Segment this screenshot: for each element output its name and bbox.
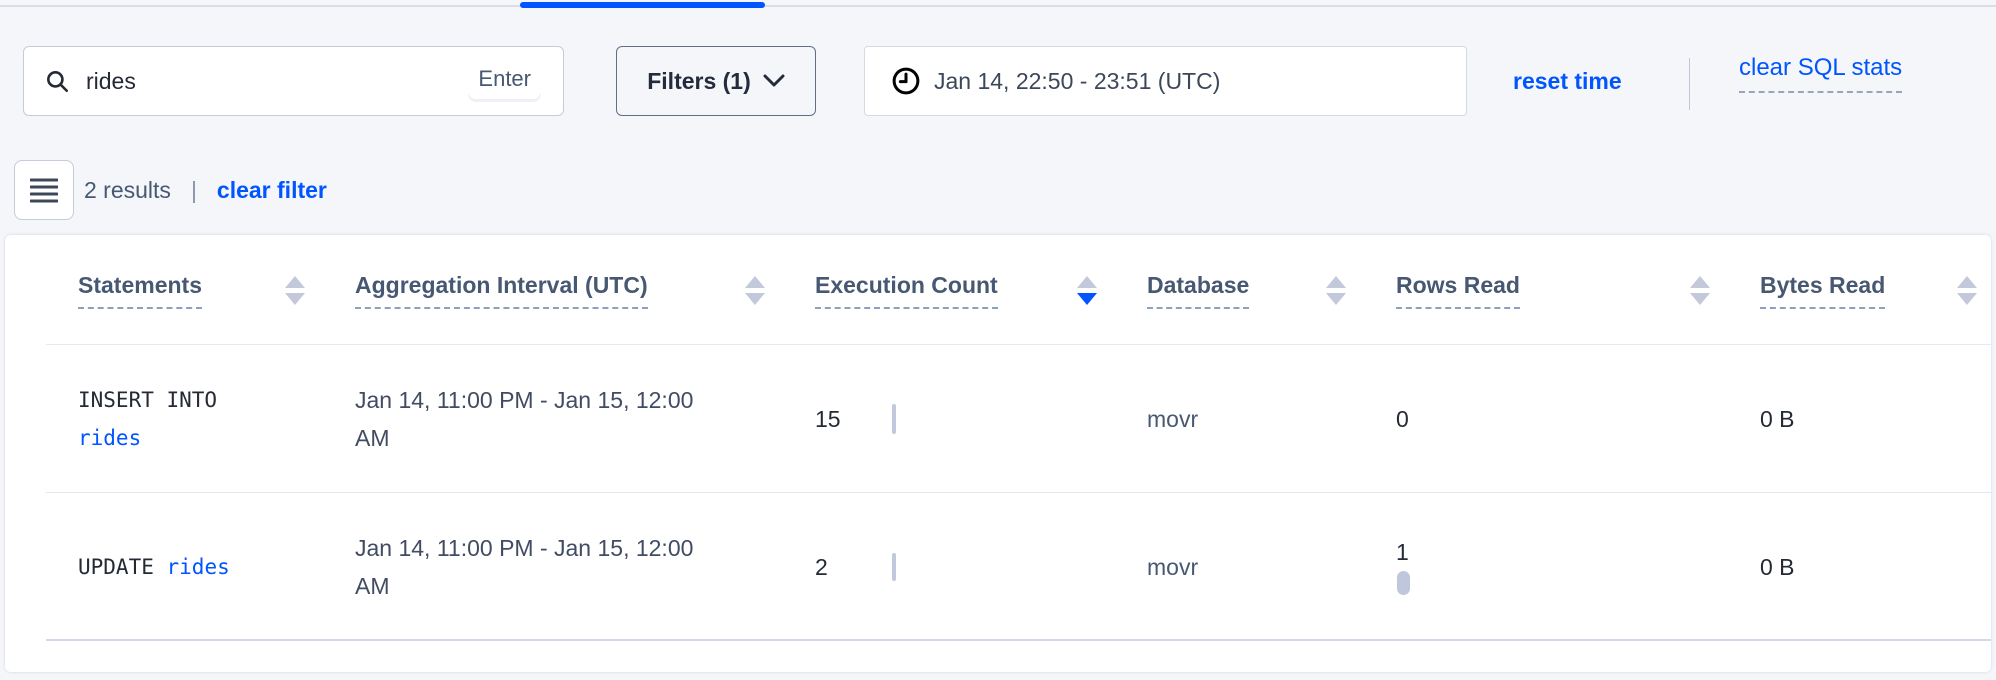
reset-time-link[interactable]: reset time bbox=[1513, 46, 1622, 116]
statement-cell: UPDATE rides bbox=[78, 548, 278, 586]
table-header-row: Statements Aggregation Interval (UTC) Ex… bbox=[5, 235, 1991, 345]
column-header-rows-read[interactable]: Rows Read bbox=[1396, 272, 1760, 309]
time-range-label: Jan 14, 22:50 - 23:51 (UTC) bbox=[934, 68, 1220, 95]
table-footer-spacer bbox=[5, 641, 1991, 672]
database-cell: movr bbox=[1147, 554, 1396, 581]
column-header-aggregation-interval[interactable]: Aggregation Interval (UTC) bbox=[355, 272, 815, 309]
chevron-down-icon bbox=[763, 74, 785, 88]
toolbar-divider bbox=[1689, 58, 1690, 110]
enter-key-hint: Enter bbox=[468, 63, 541, 99]
rows-read-cell: 1 bbox=[1396, 539, 1760, 595]
active-tab-indicator bbox=[520, 2, 765, 8]
execution-count-bar bbox=[892, 553, 896, 581]
sort-icon[interactable] bbox=[1077, 276, 1097, 305]
menu-lines-icon bbox=[30, 177, 58, 203]
sort-icon[interactable] bbox=[1957, 276, 1977, 305]
statement-cell: INSERT INTO rides bbox=[78, 381, 278, 457]
table-row: INSERT INTO rides Jan 14, 11:00 PM - Jan… bbox=[5, 345, 1991, 493]
clear-sql-stats-link[interactable]: clear SQL stats bbox=[1739, 54, 1902, 93]
sort-icon[interactable] bbox=[1326, 276, 1346, 305]
rows-read-cell: 0 bbox=[1396, 406, 1760, 433]
column-header-bytes-read[interactable]: Bytes Read bbox=[1760, 272, 1991, 309]
sort-icon[interactable] bbox=[1690, 276, 1710, 305]
column-header-database[interactable]: Database bbox=[1147, 272, 1396, 309]
column-header-statements[interactable]: Statements bbox=[78, 272, 355, 309]
sort-icon[interactable] bbox=[285, 276, 305, 305]
results-separator: | bbox=[191, 177, 197, 204]
bytes-read-cell: 0 B bbox=[1760, 554, 1991, 581]
bytes-read-cell: 0 B bbox=[1760, 406, 1991, 433]
column-selector-button[interactable] bbox=[14, 160, 74, 220]
execution-count-cell: 15 bbox=[815, 404, 1147, 434]
sort-icon[interactable] bbox=[745, 276, 765, 305]
column-header-execution-count[interactable]: Execution Count bbox=[815, 272, 1147, 309]
results-bar: 2 results | clear filter bbox=[84, 160, 327, 220]
table-row: UPDATE rides Jan 14, 11:00 PM - Jan 15, … bbox=[5, 493, 1991, 641]
aggregation-interval-cell: Jan 14, 11:00 PM - Jan 15, 12:00 AM bbox=[355, 529, 700, 605]
rows-read-bar bbox=[1397, 571, 1410, 595]
clear-filter-link[interactable]: clear filter bbox=[217, 177, 327, 204]
results-count: 2 results bbox=[84, 177, 171, 204]
database-cell: movr bbox=[1147, 406, 1396, 433]
tab-strip-divider bbox=[0, 5, 1996, 7]
statement-link[interactable]: rides bbox=[167, 555, 230, 579]
statement-link[interactable]: rides bbox=[78, 426, 141, 450]
time-range-picker[interactable]: Jan 14, 22:50 - 23:51 (UTC) bbox=[864, 46, 1467, 116]
search-input[interactable] bbox=[86, 68, 468, 95]
aggregation-interval-cell: Jan 14, 11:00 PM - Jan 15, 12:00 AM bbox=[355, 381, 700, 457]
statements-table-card: Statements Aggregation Interval (UTC) Ex… bbox=[5, 235, 1991, 672]
filters-button[interactable]: Filters (1) bbox=[616, 46, 816, 116]
clock-icon bbox=[891, 66, 921, 96]
search-icon bbox=[44, 68, 70, 94]
statement-search-box[interactable]: Enter bbox=[23, 46, 564, 116]
execution-count-bar bbox=[892, 404, 896, 434]
execution-count-cell: 2 bbox=[815, 553, 1147, 581]
filters-button-label: Filters (1) bbox=[647, 68, 751, 95]
